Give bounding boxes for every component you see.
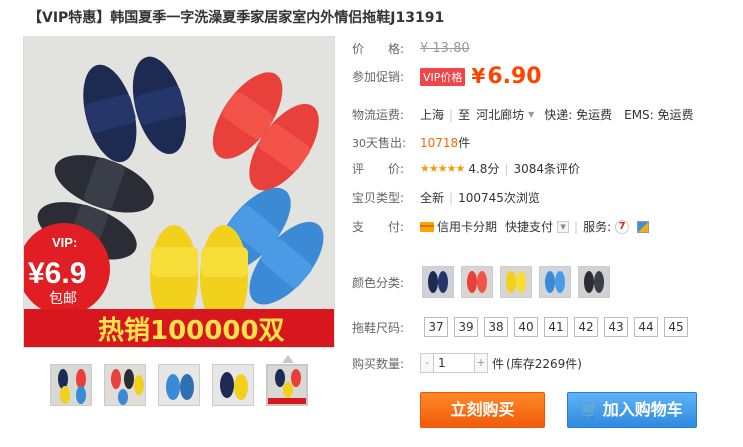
color-swatch-black[interactable] xyxy=(578,266,610,298)
sales-row: 30天售出: 10718 件 xyxy=(352,134,470,151)
original-price-value: ¥ 13.80 xyxy=(420,41,470,56)
promo-price: ¥6.90 xyxy=(471,64,541,89)
payment-quick[interactable]: 快捷支付 xyxy=(505,218,553,235)
vip-badge-label: VIP: xyxy=(52,235,77,250)
shipping-row: 物流运费: 上海 | 至 河北廊坊 ▼ 快递: 免运费 EMS: 免运费 xyxy=(352,106,694,123)
size-option-41[interactable]: 41 xyxy=(544,317,568,337)
sales-unit: 件 xyxy=(458,136,471,150)
payment-row: 支 付: 信用卡分期 快捷支付 ▼ | 服务: 7 xyxy=(352,218,650,235)
price-value: 6.90 xyxy=(487,64,542,89)
separator: | xyxy=(504,161,509,176)
size-row: 拖鞋尺码: 37 39 38 40 41 42 43 44 45 xyxy=(352,317,694,337)
size-option-42[interactable]: 42 xyxy=(574,317,598,337)
thumbnail-2[interactable] xyxy=(104,364,146,406)
thumbnail-3[interactable] xyxy=(158,364,200,406)
quantity-input[interactable]: 1 xyxy=(434,353,474,373)
separator: | xyxy=(449,107,454,122)
chevron-down-icon[interactable]: ▼ xyxy=(557,220,570,233)
product-title: 【VIP特惠】韩国夏季一字洗澡夏季家居家室内外情侣拖鞋J13191 xyxy=(28,10,445,26)
thumbnail-5-selected[interactable] xyxy=(266,364,308,406)
view-count: 100745次浏览 xyxy=(458,191,540,205)
item-condition: 全新 xyxy=(420,191,445,205)
cart-icon: 🛒 xyxy=(581,403,599,419)
item-type-label: 宝贝类型: xyxy=(352,191,405,205)
quantity-decrease-button[interactable]: - xyxy=(420,353,434,373)
ship-to-prefix: 至 xyxy=(458,108,471,122)
quantity-increase-button[interactable]: + xyxy=(474,353,488,373)
stock-count: (库存2269件) xyxy=(506,356,582,371)
add-to-cart-button[interactable]: 🛒 加入购物车 xyxy=(567,392,697,428)
thumbnail-1[interactable] xyxy=(50,364,92,406)
size-option-43[interactable]: 43 xyxy=(604,317,628,337)
separator: | xyxy=(449,190,454,205)
size-option-39[interactable]: 39 xyxy=(454,317,478,337)
ship-to-location[interactable]: 河北廊坊 xyxy=(476,106,524,123)
color-swatch-yellow[interactable] xyxy=(500,266,532,298)
guarantee-icon[interactable] xyxy=(637,220,650,233)
original-price-row: 价 格: ¥ 13.80 xyxy=(352,40,470,57)
color-swatch-blue[interactable] xyxy=(539,266,571,298)
add-to-cart-label: 加入购物车 xyxy=(602,400,683,419)
ems-fee: EMS: 免运费 xyxy=(624,108,694,122)
thumbnail-strip xyxy=(50,364,308,406)
promo-price-row: 参加促销: VIP价格 ¥6.90 xyxy=(352,64,542,89)
ship-from: 上海 xyxy=(420,108,445,122)
sales-label-text: 天售出: xyxy=(366,136,407,150)
sales-label: 30天售出: xyxy=(352,134,420,151)
size-option-40[interactable]: 40 xyxy=(514,317,538,337)
shipping-label: 物流运费: xyxy=(352,108,405,122)
rating-score: 4.8分 xyxy=(468,162,500,176)
item-type-row: 宝贝类型: 全新 | 100745次浏览 xyxy=(352,189,540,206)
color-swatch-red[interactable] xyxy=(461,266,493,298)
size-option-44[interactable]: 44 xyxy=(634,317,658,337)
buy-now-button[interactable]: 立刻购买 xyxy=(420,392,545,428)
size-option-38[interactable]: 38 xyxy=(484,317,508,337)
vip-badge-sub: 包邮 xyxy=(49,291,77,307)
sales-days: 30 xyxy=(352,137,366,150)
hot-sale-banner: 热销100000双 xyxy=(98,316,285,346)
credit-card-icon xyxy=(420,221,434,232)
seven-day-return-icon[interactable]: 7 xyxy=(615,219,630,234)
rating-row: 评 价: ★★★★★ 4.8分 | 3084条评价 xyxy=(352,160,580,177)
vip-badge-price: ¥6.9 xyxy=(28,257,86,290)
vip-price-tag: VIP价格 xyxy=(420,67,466,86)
color-label: 颜色分类: xyxy=(352,275,405,290)
quantity-label: 购买数量: xyxy=(352,356,405,371)
review-count-link[interactable]: 3084条评价 xyxy=(513,160,580,177)
size-label: 拖鞋尺码: xyxy=(352,320,405,335)
star-rating-icon: ★★★★★ xyxy=(420,162,465,175)
sales-count: 10718 xyxy=(420,135,459,150)
main-product-image[interactable]: VIP: ¥6.9 包邮 热销100000双 xyxy=(23,36,335,348)
rating-label: 评 价: xyxy=(352,162,405,176)
chevron-down-icon[interactable]: ▼ xyxy=(528,110,534,119)
service-label: 服务: xyxy=(583,220,612,234)
color-row: 颜色分类: xyxy=(352,266,617,298)
quantity-row: 购买数量: - 1 + 件 (库存2269件) xyxy=(352,352,582,374)
promo-label: 参加促销: xyxy=(352,70,405,84)
thumbnail-pointer xyxy=(282,355,294,363)
payment-label: 支 付: xyxy=(352,220,405,234)
quantity-unit: 件 xyxy=(492,356,505,371)
payment-installment[interactable]: 信用卡分期 xyxy=(437,218,497,235)
thumbnail-4[interactable] xyxy=(212,364,254,406)
express-fee: 快递: 免运费 xyxy=(544,108,613,122)
color-swatch-navy[interactable] xyxy=(422,266,454,298)
original-price-label: 价 格: xyxy=(352,42,405,56)
quantity-stepper: - 1 + xyxy=(420,352,488,374)
size-option-37[interactable]: 37 xyxy=(424,317,448,337)
currency-symbol: ¥ xyxy=(471,64,486,88)
size-option-45[interactable]: 45 xyxy=(664,317,688,337)
